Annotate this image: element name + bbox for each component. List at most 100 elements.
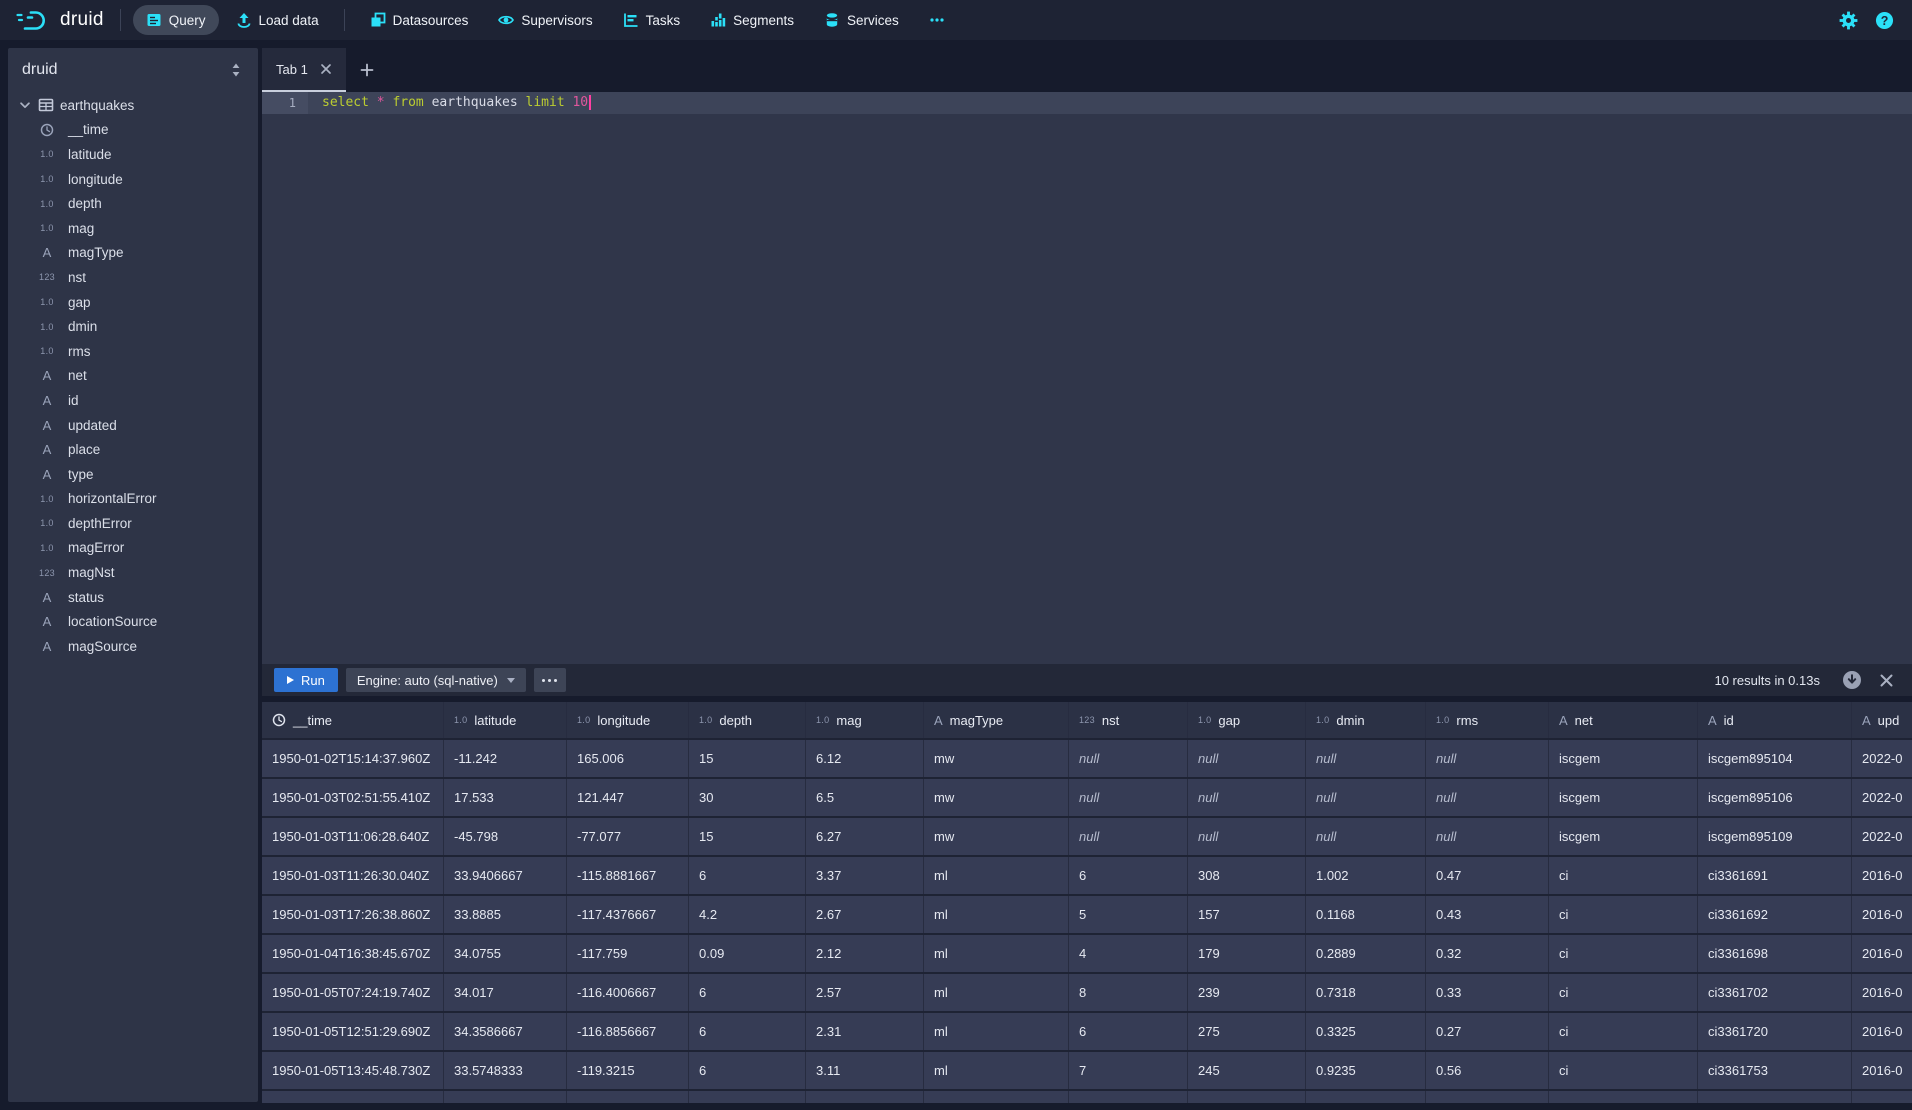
table-cell[interactable]: null	[1069, 740, 1188, 777]
schema-column-status[interactable]: Astatus	[8, 585, 258, 610]
table-cell[interactable]: -119.3215	[567, 1052, 689, 1089]
table-cell[interactable]: 33.9406667	[444, 857, 567, 894]
nav-item-supervisors[interactable]: Supervisors	[485, 5, 605, 35]
column-header-nst[interactable]: 123nst	[1069, 702, 1188, 738]
schema-column-magSource[interactable]: AmagSource	[8, 634, 258, 659]
table-cell[interactable]: 3.11	[806, 1052, 924, 1089]
table-cell[interactable]: 1950-01-05T07:24:19.740Z	[262, 974, 444, 1011]
table-cell[interactable]: 15	[689, 818, 806, 855]
table-cell[interactable]: 6	[1069, 857, 1188, 894]
more-options-button[interactable]	[534, 668, 566, 692]
column-header-rms[interactable]: 1.0rms	[1426, 702, 1549, 738]
table-cell[interactable]: 34.0755	[444, 935, 567, 972]
schema-column-time[interactable]: __time	[8, 118, 258, 143]
new-tab-button[interactable]	[346, 48, 388, 92]
table-cell[interactable]: 3.37	[806, 857, 924, 894]
table-cell[interactable]: 179	[1188, 935, 1306, 972]
table-cell[interactable]: ml	[924, 896, 1069, 933]
table-cell[interactable]: mw	[924, 818, 1069, 855]
table-cell[interactable]: 34.3586667	[444, 1013, 567, 1050]
table-cell[interactable]: 6	[689, 974, 806, 1011]
schema-column-latitude[interactable]: 1.0latitude	[8, 142, 258, 167]
table-cell[interactable]: 0.33	[1426, 974, 1549, 1011]
help-icon[interactable]: ?	[1875, 11, 1894, 30]
column-header-upd[interactable]: Aupd	[1852, 702, 1912, 738]
column-header-magType[interactable]: AmagType	[924, 702, 1069, 738]
table-cell[interactable]: 2022-0	[1852, 779, 1912, 816]
chevron-down-icon[interactable]	[18, 98, 32, 112]
table-cell[interactable]: 0.09	[689, 935, 806, 972]
schema-column-depthError[interactable]: 1.0depthError	[8, 511, 258, 536]
table-cell[interactable]: 15	[689, 740, 806, 777]
column-header-dmin[interactable]: 1.0dmin	[1306, 702, 1426, 738]
table-cell[interactable]: ci	[1549, 896, 1698, 933]
table-cell[interactable]: iscgem895106	[1698, 779, 1852, 816]
schema-column-mag[interactable]: 1.0mag	[8, 216, 258, 241]
table-cell[interactable]: 6.12	[806, 740, 924, 777]
table-cell[interactable]: null	[1188, 740, 1306, 777]
schema-column-place[interactable]: Aplace	[8, 437, 258, 462]
table-cell[interactable]: ci	[1549, 935, 1698, 972]
table-cell[interactable]: 121.447	[567, 779, 689, 816]
table-cell[interactable]: -116.8856667	[567, 1013, 689, 1050]
column-header-mag[interactable]: 1.0mag	[806, 702, 924, 738]
table-cell[interactable]: 2016-0	[1852, 1052, 1912, 1089]
table-cell[interactable]: 165.006	[567, 740, 689, 777]
table-cell[interactable]: 1.002	[1306, 857, 1426, 894]
table-cell[interactable]: ml	[924, 935, 1069, 972]
column-header-latitude[interactable]: 1.0latitude	[444, 702, 567, 738]
table-cell[interactable]: -11.242	[444, 740, 567, 777]
table-cell[interactable]: mw	[924, 740, 1069, 777]
schema-column-locationSource[interactable]: AlocationSource	[8, 609, 258, 634]
schema-column-id[interactable]: Aid	[8, 388, 258, 413]
table-cell[interactable]: 0.56	[1426, 1052, 1549, 1089]
table-cell[interactable]: null	[1306, 818, 1426, 855]
engine-select[interactable]: Engine: auto (sql-native)	[346, 668, 526, 692]
table-cell[interactable]: 1950-01-03T11:26:30.040Z	[262, 857, 444, 894]
table-cell[interactable]: 0.7318	[1306, 974, 1426, 1011]
table-cell[interactable]: iscgem895109	[1698, 818, 1852, 855]
table-cell[interactable]: 33.8885	[444, 896, 567, 933]
table-cell[interactable]: ci3361720	[1698, 1013, 1852, 1050]
close-results-icon[interactable]	[1879, 673, 1894, 688]
tab-1[interactable]: Tab 1	[262, 48, 346, 92]
schema-column-magError[interactable]: 1.0magError	[8, 536, 258, 561]
table-cell[interactable]: -45.798	[444, 818, 567, 855]
download-icon[interactable]	[1842, 670, 1862, 690]
nav-item-datasources[interactable]: Datasources	[357, 5, 482, 35]
nav-item-segments[interactable]: Segments	[697, 5, 807, 35]
table-cell[interactable]: 6	[689, 1052, 806, 1089]
table-cell[interactable]: 4	[1069, 935, 1188, 972]
schema-column-magNst[interactable]: 123magNst	[8, 560, 258, 585]
table-cell[interactable]: ci3361702	[1698, 974, 1852, 1011]
table-cell[interactable]: 1950-01-05T13:45:48.730Z	[262, 1052, 444, 1089]
run-button[interactable]: Run	[274, 668, 338, 692]
table-cell[interactable]: 1950-01-04T16:38:45.670Z	[262, 935, 444, 972]
table-cell[interactable]: ml	[924, 974, 1069, 1011]
table-cell[interactable]: 275	[1188, 1013, 1306, 1050]
schema-column-rms[interactable]: 1.0rms	[8, 339, 258, 364]
datasource-earthquakes[interactable]: earthquakes	[8, 93, 258, 118]
table-cell[interactable]: 1950-01-03T17:26:38.860Z	[262, 896, 444, 933]
column-header-longitude[interactable]: 1.0longitude	[567, 702, 689, 738]
table-cell[interactable]: 5	[1069, 896, 1188, 933]
table-cell[interactable]: -116.4006667	[567, 974, 689, 1011]
table-cell[interactable]: 2016-0	[1852, 974, 1912, 1011]
table-cell[interactable]: null	[1069, 779, 1188, 816]
schema-column-gap[interactable]: 1.0gap	[8, 290, 258, 315]
table-cell[interactable]: 157	[1188, 896, 1306, 933]
table-cell[interactable]: iscgem	[1549, 740, 1698, 777]
table-cell[interactable]: 2016-0	[1852, 857, 1912, 894]
sort-icon[interactable]	[228, 62, 244, 78]
table-cell[interactable]: 239	[1188, 974, 1306, 1011]
table-cell[interactable]: 33.5748333	[444, 1052, 567, 1089]
table-cell[interactable]: -117.4376667	[567, 896, 689, 933]
table-cell[interactable]: ci	[1549, 974, 1698, 1011]
settings-gear-icon[interactable]	[1839, 11, 1858, 30]
table-cell[interactable]: ml	[924, 1052, 1069, 1089]
table-cell[interactable]: -117.759	[567, 935, 689, 972]
table-cell[interactable]: 0.3325	[1306, 1013, 1426, 1050]
table-cell[interactable]: null	[1188, 818, 1306, 855]
table-cell[interactable]: ci	[1549, 857, 1698, 894]
column-header-net[interactable]: Anet	[1549, 702, 1698, 738]
